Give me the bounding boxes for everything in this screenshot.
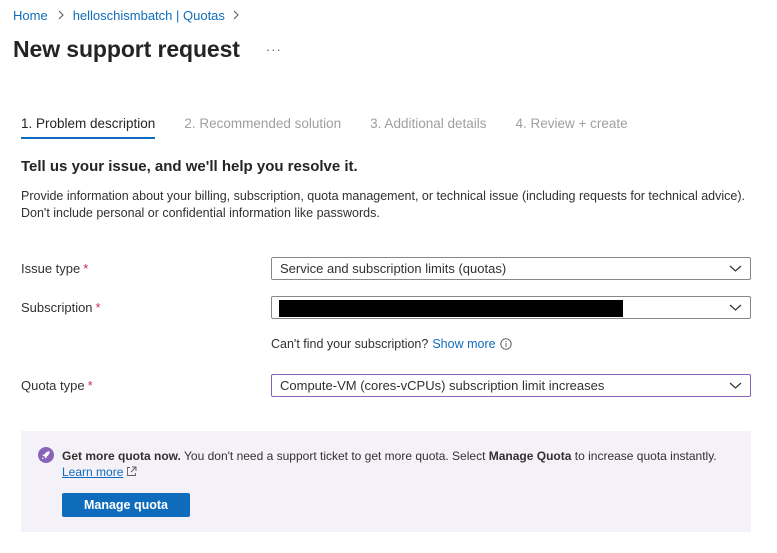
quota-type-value: Compute-VM (cores-vCPUs) subscription li… — [280, 378, 605, 393]
chevron-down-icon — [729, 382, 742, 389]
breadcrumb-quotas[interactable]: helloschismbatch | Quotas — [73, 8, 225, 23]
issue-type-label-text: Issue type — [21, 261, 81, 276]
banner-bold-lead: Get more quota now. — [62, 449, 181, 463]
subscription-hint-text: Can't find your subscription? — [271, 337, 429, 351]
more-icon[interactable]: ··· — [266, 42, 282, 57]
section-description: Provide information about your billing, … — [21, 189, 745, 220]
info-icon[interactable] — [499, 338, 512, 350]
wizard-tabs: 1. Problem description 2. Recommended so… — [21, 116, 657, 146]
learn-more-link[interactable]: Learn more — [62, 465, 123, 479]
chevron-right-icon — [57, 10, 65, 20]
show-more-link[interactable]: Show more — [432, 337, 495, 351]
section-heading: Tell us your issue, and we'll help you r… — [21, 158, 358, 175]
subscription-dropdown[interactable] — [271, 296, 751, 319]
required-asterisk: * — [87, 378, 93, 393]
banner-bold-inline: Manage Quota — [488, 449, 572, 463]
tab-recommended-solution[interactable]: 2. Recommended solution — [184, 116, 341, 139]
required-asterisk: * — [95, 300, 101, 315]
tab-problem-description[interactable]: 1. Problem description — [21, 116, 156, 139]
issue-type-dropdown[interactable]: Service and subscription limits (quotas) — [271, 257, 751, 280]
rocket-icon — [38, 447, 54, 463]
issue-type-value: Service and subscription limits (quotas) — [280, 261, 507, 276]
chevron-right-icon — [232, 10, 240, 20]
banner-text-before: You don't need a support ticket to get m… — [180, 449, 489, 463]
redacted-subscription-value — [279, 300, 623, 317]
tab-additional-details[interactable]: 3. Additional details — [370, 116, 486, 139]
tab-review-create[interactable]: 4. Review + create — [516, 116, 628, 139]
quota-type-dropdown[interactable]: Compute-VM (cores-vCPUs) subscription li… — [271, 374, 751, 397]
page-title: New support request — [13, 35, 240, 62]
breadcrumb: Home helloschismbatch | Quotas — [13, 6, 248, 24]
issue-type-label: Issue type * — [21, 261, 88, 276]
banner-text: Get more quota now. You don't need a sup… — [62, 448, 742, 481]
quota-info-banner: Get more quota now. You don't need a sup… — [21, 431, 751, 532]
quota-type-label-text: Quota type — [21, 378, 85, 393]
title-row: New support request ··· — [13, 34, 282, 64]
breadcrumb-home[interactable]: Home — [13, 8, 48, 23]
chevron-down-icon — [729, 265, 742, 272]
manage-quota-button[interactable]: Manage quota — [62, 493, 190, 517]
chevron-down-icon — [729, 304, 742, 311]
subscription-label-text: Subscription — [21, 300, 93, 315]
quota-type-label: Quota type * — [21, 378, 93, 393]
subscription-hint: Can't find your subscription? Show more — [271, 337, 512, 351]
external-link-icon — [126, 465, 137, 481]
subscription-label: Subscription * — [21, 300, 101, 315]
required-asterisk: * — [83, 261, 89, 276]
banner-text-after: to increase quota instantly. — [571, 449, 717, 463]
